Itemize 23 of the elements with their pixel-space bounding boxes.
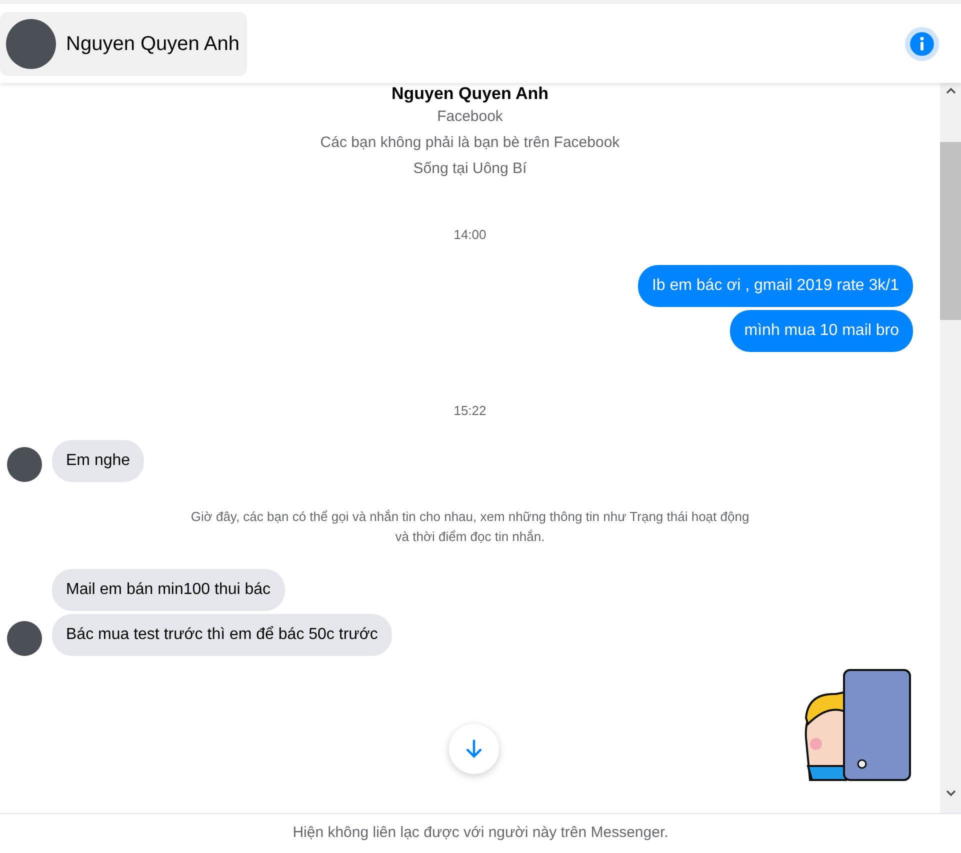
footer-notice-text: Hiện không liên lạc được với người này trên Messenger. xyxy=(292,823,668,844)
scrollbar-thumb[interactable] xyxy=(940,142,961,320)
timestamp: 15:22 xyxy=(454,402,486,420)
profile-info-text: Sống tại Uông Bí xyxy=(413,159,527,179)
scroll-to-bottom-button[interactable] xyxy=(449,724,499,774)
notice-text: Giờ đây, các bạn có thể gọi và nhắn tin cho nhau, xem những thông tin như Trạng thái hoạt động và thời điểm đọc tin nhắn. xyxy=(190,508,750,546)
scrollbar[interactable] xyxy=(940,83,961,813)
scroll-down-icon[interactable] xyxy=(946,790,956,797)
info-icon[interactable] xyxy=(905,26,939,60)
received-message-bubble: Bác mua test trước thì em để bác 50c trước xyxy=(52,614,392,656)
sent-message-bubble: Ib em bác ơi , gmail 2019 rate 3k/1 xyxy=(638,264,913,306)
sent-message-bubble: mình mua 10 mail bro xyxy=(730,310,913,352)
timestamp: 14:00 xyxy=(454,226,486,244)
avatar-photo-placeholder xyxy=(7,447,42,482)
profile-info-text: Facebook xyxy=(437,107,503,127)
avatar-photo-placeholder xyxy=(6,18,56,68)
profile-info-text: Các bạn không phải là bạn bè trên Facebook xyxy=(320,133,620,153)
contact-button[interactable]: Nguyen Quyen Anh xyxy=(0,12,248,76)
scroll-up-icon[interactable] xyxy=(946,87,956,94)
received-message-bubble: Mail em bán min100 thui bác xyxy=(52,569,285,611)
received-message-bubble: Em nghe xyxy=(52,440,144,482)
profile-name: Nguyen Quyen Anh xyxy=(391,87,549,101)
avatar-photo-placeholder xyxy=(7,621,42,656)
